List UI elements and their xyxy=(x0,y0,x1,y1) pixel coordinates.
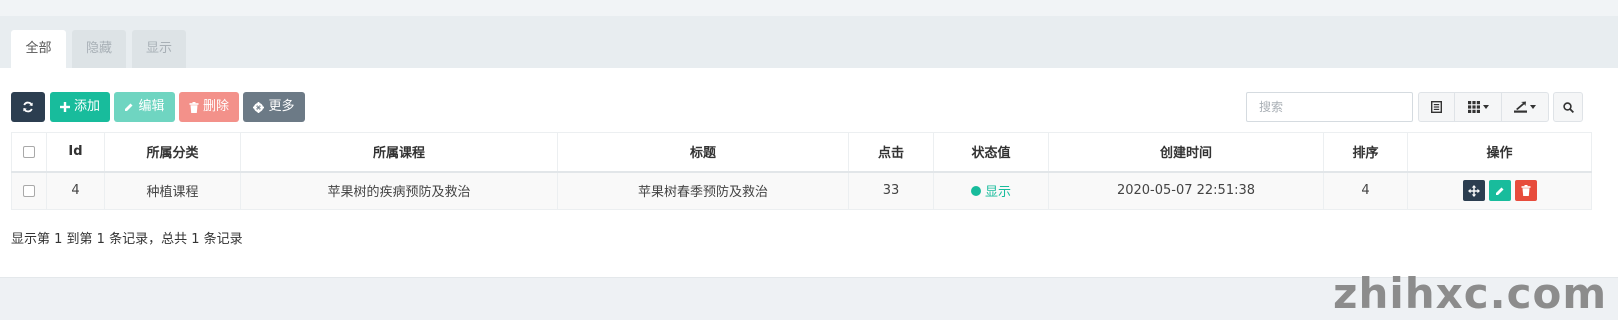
trash-icon xyxy=(189,101,199,113)
column-header[interactable]: 标题 xyxy=(557,132,849,173)
row-select-cell xyxy=(11,171,47,210)
delete-button[interactable]: 删除 xyxy=(179,92,239,122)
refresh-icon xyxy=(23,101,33,113)
plus-icon xyxy=(59,102,70,112)
cell-title: 苹果树春季预防及救治 xyxy=(557,171,849,210)
table-row[interactable]: 4 种植课程 苹果树的疾病预防及救治 苹果树春季预防及救治 33 显示 2020… xyxy=(11,171,1592,210)
search-input[interactable] xyxy=(1246,92,1413,122)
search-toggle-button[interactable] xyxy=(1553,92,1583,122)
pencil-icon xyxy=(1495,187,1503,195)
column-header[interactable]: 状态值 xyxy=(933,132,1049,173)
edit-button[interactable]: 编辑 xyxy=(114,92,175,122)
edit-button-label: 编辑 xyxy=(138,99,165,114)
columns-icon xyxy=(1467,101,1480,113)
cell-course: 苹果树的疾病预防及救治 xyxy=(240,171,558,210)
drag-sort-button[interactable] xyxy=(1462,180,1485,202)
pagination-info: 显示第 1 到第 1 条记录，总共 1 条记录 xyxy=(11,232,243,247)
tab-shown[interactable]: 显示 xyxy=(132,30,186,68)
cell-category: 种植课程 xyxy=(104,171,241,210)
chevron-down-icon xyxy=(1482,105,1489,109)
column-header[interactable]: 所属分类 xyxy=(104,132,241,173)
more-button-label: 更多 xyxy=(268,99,295,114)
trash-icon xyxy=(1521,185,1530,197)
cell-clicks: 33 xyxy=(848,171,934,210)
add-button-label: 添加 xyxy=(73,99,100,114)
cell-status: 显示 xyxy=(933,171,1049,210)
export-button[interactable] xyxy=(1501,92,1549,122)
tab-bar: 全部 隐藏 显示 xyxy=(0,16,1618,68)
tab-hidden[interactable]: 隐藏 xyxy=(72,30,126,68)
column-header[interactable]: 所属课程 xyxy=(240,132,558,173)
content-panel: 添加 编辑 删除 更多 搜索 Id 所属分类 所属课程 标题 点击 状态值 创建… xyxy=(0,68,1618,278)
cell-created: 2020-05-07 22:51:38 xyxy=(1048,171,1324,210)
export-icon xyxy=(1514,101,1527,113)
data-table: Id 所属分类 所属课程 标题 点击 状态值 创建时间 排序 操作 4 种植课程… xyxy=(11,132,1592,210)
status-badge[interactable]: 显示 xyxy=(970,181,1011,201)
add-button[interactable]: 添加 xyxy=(50,92,110,122)
watermark: zhihxc.com xyxy=(1333,269,1608,318)
status-dot-icon xyxy=(970,185,981,196)
column-header[interactable]: 点击 xyxy=(848,132,934,173)
delete-button-label: 删除 xyxy=(202,99,229,114)
column-header[interactable]: Id xyxy=(46,132,105,173)
status-label: 显示 xyxy=(984,185,1011,201)
column-header[interactable]: 排序 xyxy=(1323,132,1408,173)
cell-id: 4 xyxy=(46,171,105,210)
column-header[interactable]: 创建时间 xyxy=(1048,132,1324,173)
row-delete-button[interactable] xyxy=(1514,180,1537,202)
cell-sort: 4 xyxy=(1323,171,1408,210)
list-view-icon xyxy=(1431,101,1442,113)
refresh-button[interactable] xyxy=(11,92,45,122)
row-edit-button[interactable] xyxy=(1488,180,1511,202)
top-band xyxy=(0,0,1618,16)
cell-actions xyxy=(1407,171,1592,210)
move-icon xyxy=(1467,184,1480,197)
chevron-down-icon xyxy=(1530,105,1536,109)
row-checkbox[interactable] xyxy=(23,184,35,197)
column-header: 操作 xyxy=(1407,132,1592,173)
tab-all[interactable]: 全部 xyxy=(11,30,66,68)
pencil-icon xyxy=(125,103,133,111)
gear-icon xyxy=(253,101,265,113)
columns-button[interactable] xyxy=(1454,92,1502,122)
select-all-cell xyxy=(11,132,47,173)
toggle-view-button[interactable] xyxy=(1418,92,1455,122)
table-header-row: Id 所属分类 所属课程 标题 点击 状态值 创建时间 排序 操作 xyxy=(11,132,1592,173)
search-icon xyxy=(1562,101,1574,113)
select-all-checkbox[interactable] xyxy=(23,145,35,158)
more-button[interactable]: 更多 xyxy=(243,92,305,122)
